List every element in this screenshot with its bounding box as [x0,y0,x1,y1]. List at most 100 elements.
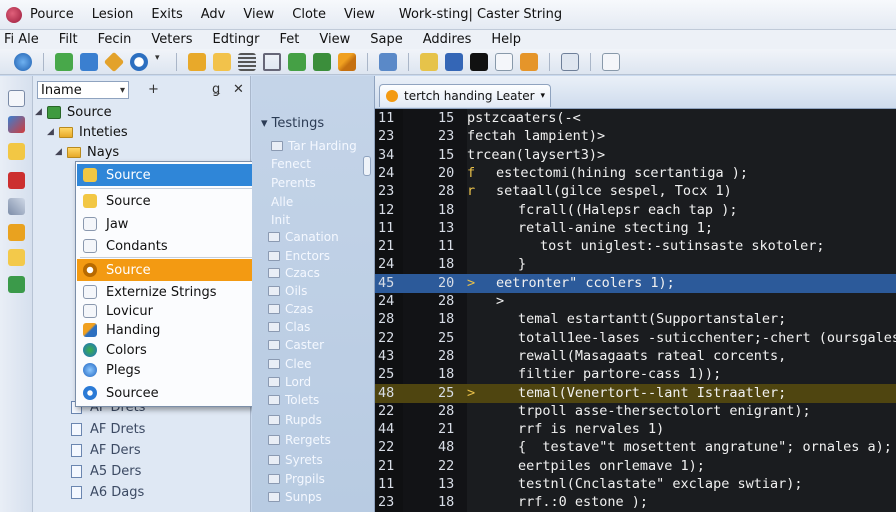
title-menu-view[interactable]: View [243,7,274,22]
outline-item[interactable]: Prgpils [268,471,325,487]
wrench-icon[interactable] [103,51,125,72]
code-line[interactable]: 25 18 filtier partore-cass 1)); [375,365,896,384]
add-icon[interactable]: + [148,82,159,97]
menu-sape[interactable]: Sape [370,32,402,47]
menu-item-source-3[interactable]: Source [77,259,280,281]
run-icon[interactable] [313,52,331,71]
search-icon[interactable] [130,52,148,71]
outline-item[interactable]: Perents [271,175,316,191]
hierarchy-icon[interactable] [8,116,25,133]
code-editor[interactable]: 11 15 pstzcaaters(-< 23 23 fectah lampient)> 3… [375,109,896,512]
menu-item-jaw[interactable]: Jaw ▶ [77,213,280,235]
layout-icon[interactable] [561,52,579,71]
tree-item-inteties[interactable]: ◢ Inteties [47,123,128,141]
menu-item-source[interactable]: Source ▶ [77,164,280,186]
menu-view[interactable]: View [319,32,350,47]
fold-marker[interactable]: r [467,183,475,199]
menu-filt[interactable]: Filt [59,32,78,47]
menu-item-colors[interactable]: Colors [77,339,280,361]
expand-icon[interactable]: ▾ [261,116,268,131]
outline-item[interactable]: Clas [268,319,310,335]
document-icon[interactable] [8,90,25,107]
collapse-icon[interactable]: ǥ [212,82,220,97]
menu-file[interactable]: Fi Ale [4,32,39,47]
note-icon[interactable] [8,249,25,266]
tree-item-nays[interactable]: ◢ Nays [55,143,119,161]
outline-item[interactable]: Canation [268,229,339,245]
outline-item[interactable]: Oils [268,283,307,299]
outline-item[interactable]: Lord [268,374,311,390]
pencil-icon[interactable] [338,52,356,71]
code-line[interactable]: 45 20 > eetronter" ccolers 1); [375,273,896,293]
chevron-down-icon[interactable]: ▾ [155,53,165,71]
title-menu-exits[interactable]: Exits [151,7,182,22]
outline-item[interactable]: Init [271,212,290,228]
code-line[interactable]: 11 13 retall-anine stecting 1; [375,219,896,238]
title-menu-clote[interactable]: Clote [292,7,326,22]
outline-item[interactable]: Tar Harding [271,138,357,154]
list-item[interactable]: A6 Dags [71,483,144,501]
list-icon[interactable] [238,52,256,71]
list-item[interactable]: AF Drets [71,420,145,438]
scrollbar-thumb[interactable] [363,156,371,176]
new-class-icon[interactable] [80,52,98,71]
chevron-down-icon[interactable]: ▾ [541,91,546,101]
menu-fet[interactable]: Fet [280,32,300,47]
new-package-icon[interactable] [55,52,73,71]
outline-item[interactable]: Rergets [268,432,331,448]
outline-item[interactable]: Czas [268,301,313,317]
code-line[interactable]: 21 11 tost uniglest:-sutinsaste skotoler; [375,237,896,256]
code-line[interactable]: 23 28 r setaall(gilce sespel, Tocx 1) [375,182,896,201]
close-icon[interactable]: ✕ [233,82,244,97]
code-line[interactable]: 43 28 rewall(Masagaats rateal corcents, [375,347,896,366]
code-line[interactable]: 11 13 testnl(Cnclastate" exclape swtiar); [375,475,896,494]
outline-item[interactable]: Fenect [271,156,311,172]
code-line[interactable]: 48 25 > temal(Venertort--lant Istraatler; [375,383,896,403]
menu-editing[interactable]: Edtingr [213,32,260,47]
outline-item[interactable]: Czacs [268,265,320,281]
working-set-combo[interactable]: Iname ▾ [37,81,129,99]
document-icon[interactable] [495,52,513,71]
folder-icon[interactable] [8,143,25,160]
editor-tab[interactable]: tertch handing Leater ▾ [379,84,551,107]
code-line[interactable]: 11 15 pstzcaaters(-< [375,109,896,128]
code-line[interactable]: 23 18 rrf.:0 estone ); [375,493,896,512]
pen-icon[interactable] [263,52,281,71]
terminal-icon[interactable] [470,52,488,71]
code-line[interactable]: 24 18} [375,255,896,274]
menu-item-source-2[interactable]: Source ▶ [77,190,280,212]
grid-icon[interactable] [213,52,231,71]
code-line[interactable]: 22 25 totall1ee-lases -suticchenter;-chert… [375,329,896,348]
menu-addires[interactable]: Addires [423,32,472,47]
outline-item[interactable]: Clee [268,356,311,372]
code-line[interactable]: 12 18 fcrall((Halepsr each tap ); [375,201,896,220]
globe-icon[interactable] [14,52,32,71]
title-menu-adv[interactable]: Adv [201,7,226,22]
outline-icon[interactable] [8,224,25,241]
expand-icon[interactable]: ◢ [47,127,59,137]
code-line[interactable]: 22 28 trpoll asse-thersectolort enigrant); [375,402,896,421]
code-line[interactable]: 24 28 > [375,292,896,311]
upload-icon[interactable] [420,52,438,71]
car-icon[interactable] [8,172,25,189]
code-line[interactable]: 34 15 trcean(laysert3)> [375,146,896,165]
code-line[interactable]: 22 48 { testave"t mosettent angratune"; or… [375,438,896,457]
code-line[interactable]: 21 22 eertpiles onrlemave 1); [375,457,896,476]
export-icon[interactable] [520,52,538,71]
tree-item-source[interactable]: ◢ Source [35,103,112,121]
outline-item[interactable]: Enctors [268,248,330,264]
menu-item-condants[interactable]: Condants [77,235,280,257]
menu-help[interactable]: Help [491,32,521,47]
open-folder-icon[interactable] [188,52,206,71]
menu-veters[interactable]: Veters [151,32,192,47]
window-icon[interactable] [445,52,463,71]
outline-item[interactable]: Sunps [268,489,322,505]
image-icon[interactable] [288,52,306,71]
tool-icon[interactable] [8,198,25,215]
fold-marker[interactable]: > [467,275,475,291]
list-item[interactable]: AF Ders [71,441,141,459]
fold-marker[interactable]: > [467,385,475,401]
fold-marker[interactable]: f [467,165,475,181]
code-line[interactable]: 44 21 rrf is nervales 1) [375,420,896,439]
code-line[interactable]: 28 18 temal estartantt(Supportanstaler; [375,310,896,329]
